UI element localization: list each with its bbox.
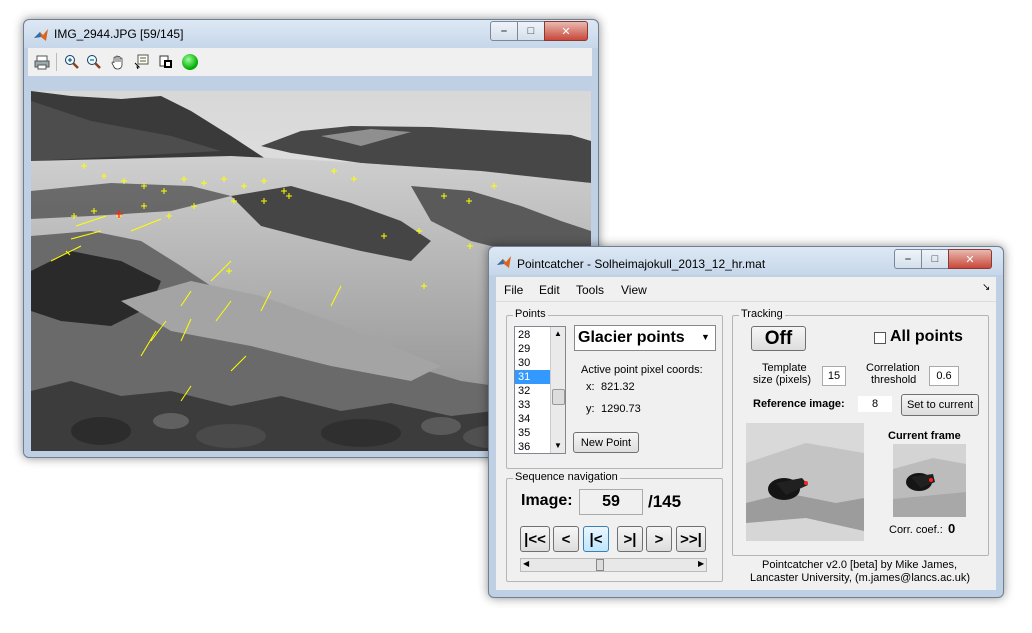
y-label: y: xyxy=(586,403,595,415)
list-item[interactable]: 28 xyxy=(515,328,551,342)
sequence-group-label: Sequence navigation xyxy=(513,471,620,483)
points-listbox[interactable]: 28 29 30 31 32 33 34 35 36 ▲ ▼ xyxy=(514,326,566,454)
pan-hand-icon[interactable] xyxy=(108,52,128,72)
slider-thumb[interactable] xyxy=(596,559,604,571)
pointcatcher-titlebar[interactable]: Pointcatcher - Solheimajokull_2013_12_hr… xyxy=(489,247,1003,275)
corr-coef-label: Corr. coef.: xyxy=(889,524,943,536)
close-button[interactable]: ✕ xyxy=(948,249,992,269)
menu-view[interactable]: View xyxy=(621,283,647,297)
corr-coef-value: 0 xyxy=(948,521,956,536)
listbox-scrollbar[interactable]: ▲ ▼ xyxy=(550,327,565,453)
template-size-field[interactable]: 15 xyxy=(822,366,846,386)
template-label: Template xyxy=(762,362,807,374)
list-item[interactable]: 33 xyxy=(515,398,551,412)
pointcatcher-body: File Edit Tools View ↘ Points 28 29 30 31 32… xyxy=(496,277,996,590)
go-to-reference-button[interactable]: |< xyxy=(583,526,609,552)
minimize-button[interactable]: ⎯ xyxy=(894,249,922,269)
matlab-logo-icon xyxy=(497,256,511,268)
all-points-label: All points xyxy=(890,328,963,345)
reference-image-label: Reference image: xyxy=(753,398,845,410)
maximize-button[interactable]: □ xyxy=(517,21,545,41)
all-points-checkbox[interactable] xyxy=(874,332,886,344)
data-cursor-icon[interactable] xyxy=(132,52,152,72)
pointcatcher-window: Pointcatcher - Solheimajokull_2013_12_hr… xyxy=(488,246,1004,598)
menu-file[interactable]: File xyxy=(504,283,523,297)
list-item[interactable]: 34 xyxy=(515,412,551,426)
scroll-thumb[interactable] xyxy=(552,389,565,405)
reference-image-field[interactable]: 8 xyxy=(857,395,893,413)
first-image-button[interactable]: |<< xyxy=(520,526,550,552)
chevron-down-icon: ▼ xyxy=(701,332,710,342)
go-to-end-step-button[interactable]: >| xyxy=(617,526,643,552)
maximize-button[interactable]: □ xyxy=(921,249,949,269)
window-controls: ⎯ □ ✕ xyxy=(490,21,588,41)
zoom-out-icon[interactable] xyxy=(84,52,104,72)
image-slider[interactable]: ◀ ▶ xyxy=(520,558,707,572)
green-status-icon[interactable] xyxy=(180,52,200,72)
dock-arrow-icon[interactable]: ↘ xyxy=(982,282,990,293)
minimize-button[interactable]: ⎯ xyxy=(490,21,518,41)
set-to-current-button[interactable]: Set to current xyxy=(901,394,979,416)
next-image-button[interactable]: > xyxy=(646,526,672,552)
previous-image-button[interactable]: < xyxy=(553,526,579,552)
window-controls: ⎯ □ ✕ xyxy=(894,249,992,269)
slider-left-icon[interactable]: ◀ xyxy=(523,559,529,568)
pointcatcher-title: Pointcatcher - Solheimajokull_2013_12_hr… xyxy=(517,257,766,271)
close-button[interactable]: ✕ xyxy=(544,21,588,41)
list-item[interactable]: 29 xyxy=(515,342,551,356)
image-label: Image: xyxy=(521,492,573,509)
correlation-label: Correlation xyxy=(866,362,920,374)
dropdown-value: Glacier points xyxy=(578,329,685,346)
list-item[interactable]: 32 xyxy=(515,384,551,398)
image-window-title: IMG_2944.JPG [59/145] xyxy=(54,27,184,41)
print-icon[interactable] xyxy=(32,52,52,72)
list-item[interactable]: 35 xyxy=(515,426,551,440)
menu-edit[interactable]: Edit xyxy=(539,283,560,297)
current-frame-image xyxy=(893,444,966,517)
points-group: Points 28 29 30 31 32 33 34 35 36 ▲ ▼ Glacier po… xyxy=(506,308,723,469)
x-value: 821.32 xyxy=(601,381,635,393)
points-group-label: Points xyxy=(513,308,548,320)
template-label-2: size (pixels) xyxy=(753,374,812,386)
matlab-logo-icon xyxy=(34,29,48,41)
list-item[interactable]: 31 xyxy=(515,370,551,384)
insert-colorbar-icon[interactable] xyxy=(156,52,176,72)
correlation-label-2: threshold xyxy=(871,374,917,386)
slider-right-icon[interactable]: ▶ xyxy=(698,559,704,568)
tracking-toggle-button[interactable]: Off xyxy=(751,326,806,351)
image-total: /145 xyxy=(648,492,682,511)
current-frame-label: Current frame xyxy=(888,430,961,442)
last-image-button[interactable]: >>| xyxy=(676,526,706,552)
scroll-down-icon[interactable]: ▼ xyxy=(551,439,565,453)
list-item[interactable]: 36 xyxy=(515,440,551,453)
image-window-titlebar[interactable]: IMG_2944.JPG [59/145] ⎯ □ ✕ xyxy=(24,20,598,48)
menu-tools[interactable]: Tools xyxy=(576,283,604,297)
tracking-group-label: Tracking xyxy=(739,308,785,320)
zoom-in-icon[interactable] xyxy=(62,52,82,72)
new-point-button[interactable]: New Point xyxy=(573,432,639,453)
coords-label: Active point pixel coords: xyxy=(581,364,703,376)
y-value: 1290.73 xyxy=(601,403,641,415)
correlation-threshold-field[interactable]: 0.6 xyxy=(929,366,959,386)
image-number-field[interactable]: 59 xyxy=(579,489,643,515)
point-set-dropdown[interactable]: Glacier points ▼ xyxy=(574,325,716,351)
credits-line-2: Lancaster University, (m.james@lancs.ac.… xyxy=(750,572,971,584)
tracking-group: Tracking Off All points Template size (p… xyxy=(732,308,989,556)
figure-toolbar xyxy=(28,48,592,76)
scroll-up-icon[interactable]: ▲ xyxy=(551,327,565,341)
credits-line-1: Pointcatcher v2.0 [beta] by Mike James, xyxy=(762,559,958,571)
sequence-group: Sequence navigation Image: 59 /145 |<< <… xyxy=(506,471,723,582)
menu-bar: File Edit Tools View ↘ xyxy=(496,277,996,302)
list-item[interactable]: 30 xyxy=(515,356,551,370)
x-label: x: xyxy=(586,381,595,393)
reference-template-image xyxy=(746,423,864,541)
